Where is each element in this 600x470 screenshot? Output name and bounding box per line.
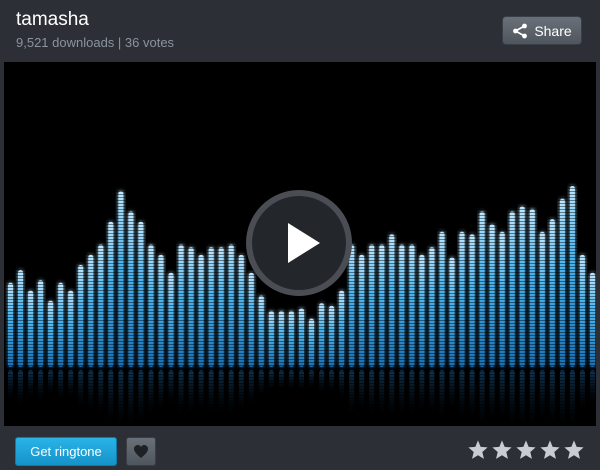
audio-player (4, 62, 596, 426)
heart-icon (134, 445, 148, 458)
star-icon[interactable] (515, 439, 537, 461)
footer: Get ringtone (0, 426, 600, 470)
star-icon[interactable] (539, 439, 561, 461)
star-icon[interactable] (563, 439, 585, 461)
ringtone-card: tamasha 9,521 downloads | 36 votes Share (0, 0, 600, 470)
get-ringtone-button[interactable]: Get ringtone (15, 437, 117, 466)
ringtone-title: tamasha (16, 9, 89, 30)
header: tamasha 9,521 downloads | 36 votes Share (0, 0, 600, 62)
star-icon[interactable] (467, 439, 489, 461)
play-icon (288, 223, 320, 263)
share-button[interactable]: Share (502, 16, 582, 45)
play-button[interactable] (246, 190, 352, 296)
share-button-label: Share (534, 22, 572, 39)
favorite-button[interactable] (126, 437, 156, 466)
star-icon[interactable] (491, 439, 513, 461)
download-vote-count: 9,521 downloads | 36 votes (16, 35, 175, 50)
star-rating (467, 439, 585, 461)
share-icon (513, 23, 528, 38)
